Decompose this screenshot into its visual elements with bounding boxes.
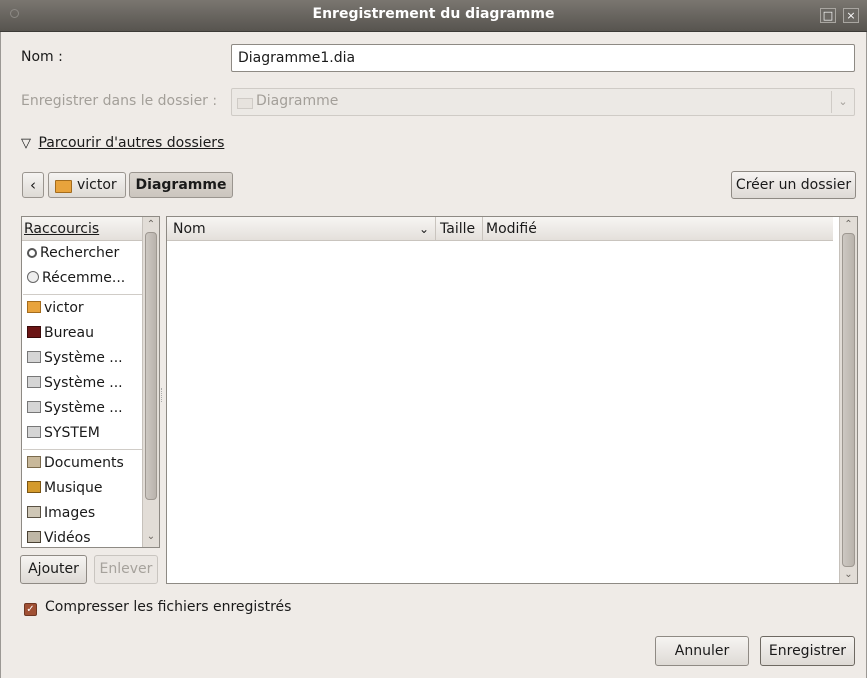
scroll-up-arrow-icon[interactable]: ⌃: [840, 217, 857, 233]
sidebar-item-musique[interactable]: Musique: [23, 476, 152, 501]
drive-icon: [27, 376, 41, 388]
drive-icon: [27, 351, 41, 363]
save-in-label: Enregistrer dans le dossier :: [21, 93, 218, 109]
shortcuts-sidebar: Raccourcis Rechercher Récemme... victor …: [21, 216, 160, 548]
title-bar: Enregistrement du diagramme □ ×: [0, 0, 867, 32]
sidebar-separator: [23, 294, 151, 295]
column-header-modified[interactable]: Modifié: [482, 217, 833, 241]
sidebar-item-label: Bureau: [44, 325, 94, 341]
maximize-button[interactable]: □: [820, 8, 836, 23]
sidebar-item-label: Images: [44, 505, 96, 521]
folder-icon: [237, 98, 253, 109]
file-list: Nom ⌄ Taille Modifié ⌃ ⌄: [166, 216, 858, 584]
sidebar-item-system[interactable]: SYSTEM: [23, 421, 152, 446]
sidebar-scroll-thumb[interactable]: [145, 232, 157, 500]
save-button[interactable]: Enregistrer: [760, 636, 855, 666]
column-header-name[interactable]: Nom ⌄: [167, 217, 435, 241]
pane-resize-handle[interactable]: [161, 388, 165, 402]
sidebar-item-label: Rechercher: [40, 245, 120, 261]
sidebar-item-label: Système ...: [44, 400, 123, 416]
file-list-scroll-thumb[interactable]: [842, 233, 855, 567]
scroll-down-arrow-icon[interactable]: ⌄: [143, 529, 159, 545]
sidebar-item-label: Documents: [44, 455, 124, 471]
file-list-scrollbar[interactable]: ⌃ ⌄: [839, 217, 857, 583]
expander-arrow-icon: ▽: [21, 136, 31, 151]
sort-descending-icon: ⌄: [418, 222, 429, 236]
sidebar-item-documents[interactable]: Documents: [23, 451, 152, 476]
filename-input[interactable]: Diagramme1.dia: [231, 44, 855, 72]
home-folder-icon: [55, 180, 72, 193]
remove-shortcut-button[interactable]: Enlever: [94, 555, 158, 584]
save-in-combo: Diagramme ⌄: [231, 88, 855, 116]
sidebar-item-label: Système ...: [44, 375, 123, 391]
sidebar-separator: [23, 449, 151, 450]
browse-folders-toggle[interactable]: ▽ Parcourir d'autres dossiers: [21, 135, 224, 151]
sidebar-item-videos[interactable]: Vidéos: [23, 526, 152, 547]
documents-folder-icon: [27, 456, 41, 468]
sidebar-item-label: Musique: [44, 480, 103, 496]
videos-folder-icon: [27, 531, 41, 543]
column-name-label: Nom: [173, 221, 206, 237]
sidebar-item-label: Récemme...: [42, 270, 126, 286]
sidebar-item-rechercher[interactable]: Rechercher: [23, 241, 152, 266]
drive-icon: [27, 426, 41, 438]
window-title: Enregistrement du diagramme: [312, 6, 555, 22]
sidebar-item-bureau[interactable]: Bureau: [23, 321, 152, 346]
desktop-icon: [27, 326, 41, 338]
sidebar-item-images[interactable]: Images: [23, 501, 152, 526]
cancel-button[interactable]: Annuler: [655, 636, 749, 666]
chevron-down-icon: ⌄: [831, 91, 854, 113]
drive-icon: [27, 401, 41, 413]
sidebar-item-systeme-1[interactable]: Système ...: [23, 346, 152, 371]
path-item-diagramme[interactable]: Diagramme: [129, 172, 233, 198]
sidebar-item-victor[interactable]: victor: [23, 296, 152, 321]
scroll-up-arrow-icon[interactable]: ⌃: [143, 217, 159, 233]
search-icon: [27, 248, 37, 258]
path-back-button[interactable]: ‹: [22, 172, 44, 198]
music-folder-icon: [27, 481, 41, 493]
path-item-victor[interactable]: victor: [48, 172, 126, 198]
compress-label[interactable]: Compresser les fichiers enregistrés: [45, 599, 291, 615]
sidebar-item-label: Vidéos: [44, 530, 91, 546]
shortcuts-header-label: Raccourcis: [24, 221, 100, 237]
scroll-down-arrow-icon[interactable]: ⌄: [840, 567, 857, 583]
sidebar-item-label: victor: [44, 300, 84, 316]
home-folder-icon: [27, 301, 41, 313]
sidebar-item-systeme-3[interactable]: Système ...: [23, 396, 152, 421]
browse-folders-label: Parcourir d'autres dossiers: [38, 135, 225, 151]
sidebar-item-systeme-2[interactable]: Système ...: [23, 371, 152, 396]
sidebar-scrollbar[interactable]: ⌃ ⌄: [142, 217, 159, 547]
add-shortcut-button[interactable]: Ajouter: [20, 555, 87, 584]
sidebar-item-label: SYSTEM: [44, 425, 100, 441]
save-in-value: Diagramme: [256, 93, 339, 109]
name-label: Nom :: [21, 49, 63, 65]
images-folder-icon: [27, 506, 41, 518]
shortcuts-header[interactable]: Raccourcis: [22, 217, 142, 241]
sidebar-item-label: Système ...: [44, 350, 123, 366]
close-button[interactable]: ×: [843, 8, 859, 23]
recent-icon: [27, 271, 39, 283]
path-item-label: victor: [77, 177, 117, 193]
column-header-size[interactable]: Taille: [435, 217, 482, 241]
sidebar-item-recent[interactable]: Récemme...: [23, 266, 152, 291]
create-folder-button[interactable]: Créer un dossier: [731, 171, 856, 199]
compress-checkbox[interactable]: ✓: [24, 603, 37, 616]
